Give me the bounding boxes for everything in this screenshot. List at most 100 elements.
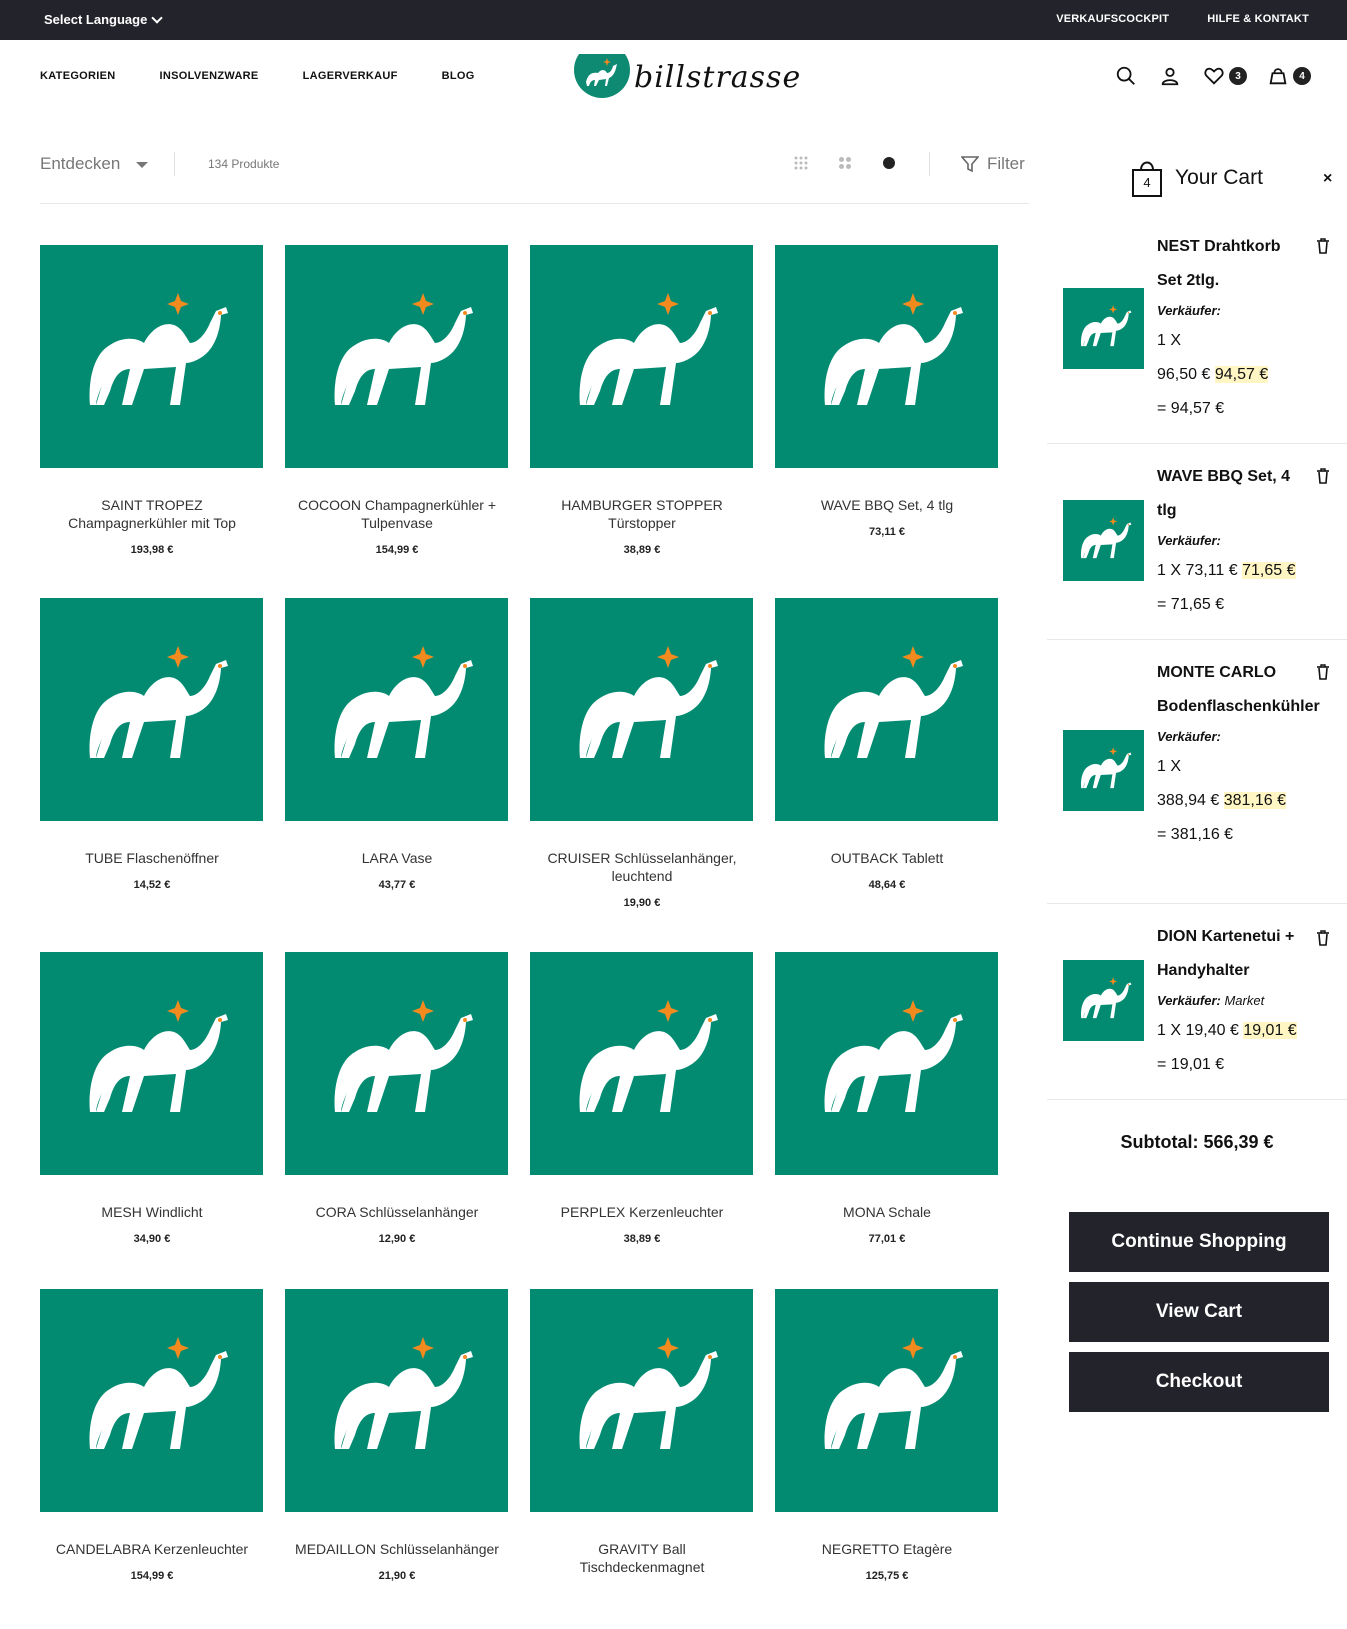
product-name[interactable]: TUBE Flaschenöffner — [40, 849, 264, 867]
cart-item-name[interactable]: NEST Drahtkorb Set 2tlg. — [1157, 230, 1307, 298]
seller-name: Market — [1224, 993, 1265, 1008]
product-image[interactable] — [775, 245, 998, 468]
product-card[interactable]: MESH Windlicht 34,90 € — [40, 952, 264, 1245]
cart-item-info: WAVE BBQ Set, 4 tlg Verkäufer: 1 X 73,11… — [1157, 460, 1307, 622]
single-view-icon[interactable] — [882, 156, 896, 175]
camel-logo-icon — [574, 54, 630, 98]
link-hilfe-kontakt[interactable]: HILFE & KONTAKT — [1207, 13, 1309, 25]
nav-insolvenzware[interactable]: INSOLVENZWARE — [160, 70, 259, 82]
product-card[interactable]: CANDELABRA Kerzenleuchter 154,99 € — [40, 1289, 264, 1582]
product-card[interactable]: COCOON Champagnerkühler + Tulpenvase 154… — [285, 245, 509, 556]
language-selector[interactable]: Select Language — [44, 11, 163, 27]
product-name[interactable]: OUTBACK Tablett — [775, 849, 999, 867]
product-card[interactable]: LARA Vase 43,77 € — [285, 598, 509, 891]
product-image[interactable] — [40, 598, 263, 821]
cart-item-name[interactable]: MONTE CARLO Bodenflaschenkühler — [1157, 656, 1320, 724]
product-image[interactable] — [285, 952, 508, 1175]
product-image[interactable] — [40, 952, 263, 1175]
account-icon[interactable] — [1159, 64, 1183, 88]
main-nav: KATEGORIEN INSOLVENZWARE LAGERVERKAUF BL… — [40, 70, 475, 82]
product-price: 154,99 € — [130, 1570, 174, 1582]
product-name[interactable]: GRAVITY Ball Tischdeckenmagnet — [530, 1540, 754, 1576]
logo-wordmark: billstrasse — [634, 60, 802, 95]
product-name[interactable]: WAVE BBQ Set, 4 tlg — [775, 496, 999, 514]
grid-9-view-icon[interactable] — [794, 156, 808, 175]
wishlist-count-badge: 3 — [1229, 67, 1247, 85]
product-image[interactable] — [775, 1289, 998, 1512]
camel-placeholder-icon — [1080, 305, 1132, 347]
product-price: 14,52 € — [133, 879, 171, 891]
cart-item-name[interactable]: WAVE BBQ Set, 4 tlg — [1157, 460, 1307, 528]
toolbar-divider — [174, 152, 175, 176]
trash-icon[interactable] — [1316, 930, 1330, 946]
trash-icon[interactable] — [1316, 664, 1330, 680]
checkout-button[interactable]: Checkout — [1069, 1352, 1329, 1412]
cart-item-total: = 71,65 € — [1157, 596, 1225, 613]
filter-button[interactable]: Filter — [961, 154, 1025, 174]
wishlist-button[interactable]: 3 — [1203, 64, 1247, 88]
nav-blog[interactable]: BLOG — [442, 70, 475, 82]
product-card[interactable]: OUTBACK Tablett 48,64 € — [775, 598, 999, 891]
nav-lagerverkauf[interactable]: LAGERVERKAUF — [303, 70, 398, 82]
camel-placeholder-icon — [824, 646, 963, 758]
product-image[interactable] — [530, 1289, 753, 1512]
trash-icon[interactable] — [1316, 468, 1330, 484]
product-name[interactable]: CANDELABRA Kerzenleuchter — [40, 1540, 264, 1558]
product-image[interactable] — [40, 245, 263, 468]
product-image[interactable] — [775, 598, 998, 821]
cart-button[interactable]: 4 — [1267, 64, 1311, 88]
product-image[interactable] — [775, 952, 998, 1175]
link-verkaufscockpit[interactable]: VERKAUFSCOCKPIT — [1056, 13, 1169, 25]
view-cart-button[interactable]: View Cart — [1069, 1282, 1329, 1342]
product-name[interactable]: CRUISER Schlüsselanhänger, leuchtend — [530, 849, 754, 885]
continue-shopping-button[interactable]: Continue Shopping — [1069, 1212, 1329, 1272]
cart-item-info: DION Kartenetui + Handyhalter Verkäufer:… — [1157, 920, 1307, 1082]
product-card[interactable]: SAINT TROPEZ Champagnerkühler mit Top 19… — [40, 245, 264, 556]
cart-item-image[interactable] — [1063, 730, 1144, 811]
cart-item-qty: 1 X — [1157, 562, 1182, 579]
product-card[interactable]: CRUISER Schlüsselanhänger, leuchtend 19,… — [530, 598, 754, 909]
product-name[interactable]: MEDAILLON Schlüsselanhänger — [285, 1540, 509, 1558]
product-name[interactable]: MONA Schale — [775, 1203, 999, 1221]
product-card[interactable]: PERPLEX Kerzenleuchter 38,89 € — [530, 952, 754, 1245]
product-card[interactable]: GRAVITY Ball Tischdeckenmagnet — [530, 1289, 754, 1588]
cart-item-new-price: 19,01 € — [1243, 1022, 1297, 1039]
nav-kategorien[interactable]: KATEGORIEN — [40, 70, 116, 82]
cart-item-image[interactable] — [1063, 960, 1144, 1041]
product-image[interactable] — [285, 598, 508, 821]
product-card[interactable]: CORA Schlüsselanhänger 12,90 € — [285, 952, 509, 1245]
product-card[interactable]: NEGRETTO Etagère 125,75 € — [775, 1289, 999, 1582]
product-image[interactable] — [530, 245, 753, 468]
product-card[interactable]: MONA Schale 77,01 € — [775, 952, 999, 1245]
product-image[interactable] — [530, 952, 753, 1175]
product-card[interactable]: WAVE BBQ Set, 4 tlg 73,11 € — [775, 245, 999, 538]
product-name[interactable]: HAMBURGER STOPPER Türstopper — [530, 496, 754, 532]
product-name[interactable]: COCOON Champagnerkühler + Tulpenvase — [285, 496, 509, 532]
cart-item-old-price: 73,11 € — [1185, 562, 1238, 579]
discover-dropdown[interactable]: Entdecken — [40, 154, 149, 174]
cart-item-name[interactable]: DION Kartenetui + Handyhalter — [1157, 920, 1307, 988]
cart-item-image[interactable] — [1063, 500, 1144, 581]
grid-4-view-icon[interactable] — [838, 156, 852, 175]
product-card[interactable]: MEDAILLON Schlüsselanhänger 21,90 € — [285, 1289, 509, 1582]
product-name[interactable]: NEGRETTO Etagère — [775, 1540, 999, 1558]
product-image[interactable] — [285, 1289, 508, 1512]
product-name[interactable]: SAINT TROPEZ Champagnerkühler mit Top — [40, 496, 264, 532]
site-logo[interactable]: billstrasse — [574, 54, 801, 98]
product-image[interactable] — [40, 1289, 263, 1512]
product-name[interactable]: PERPLEX Kerzenleuchter — [530, 1203, 754, 1221]
product-name[interactable]: MESH Windlicht — [40, 1203, 264, 1221]
trash-icon[interactable] — [1316, 238, 1330, 254]
product-image[interactable] — [530, 598, 753, 821]
product-card[interactable]: HAMBURGER STOPPER Türstopper 38,89 € — [530, 245, 754, 556]
product-card[interactable]: TUBE Flaschenöffner 14,52 € — [40, 598, 264, 891]
product-image[interactable] — [285, 245, 508, 468]
product-name[interactable]: CORA Schlüsselanhänger — [285, 1203, 509, 1221]
product-price: 12,90 € — [378, 1233, 416, 1245]
cart-item-image[interactable] — [1063, 288, 1144, 369]
close-icon[interactable]: × — [1323, 170, 1332, 188]
shopping-bag-icon — [1267, 64, 1291, 88]
camel-placeholder-icon — [824, 1337, 963, 1449]
search-icon[interactable] — [1115, 64, 1139, 88]
product-name[interactable]: LARA Vase — [285, 849, 509, 867]
